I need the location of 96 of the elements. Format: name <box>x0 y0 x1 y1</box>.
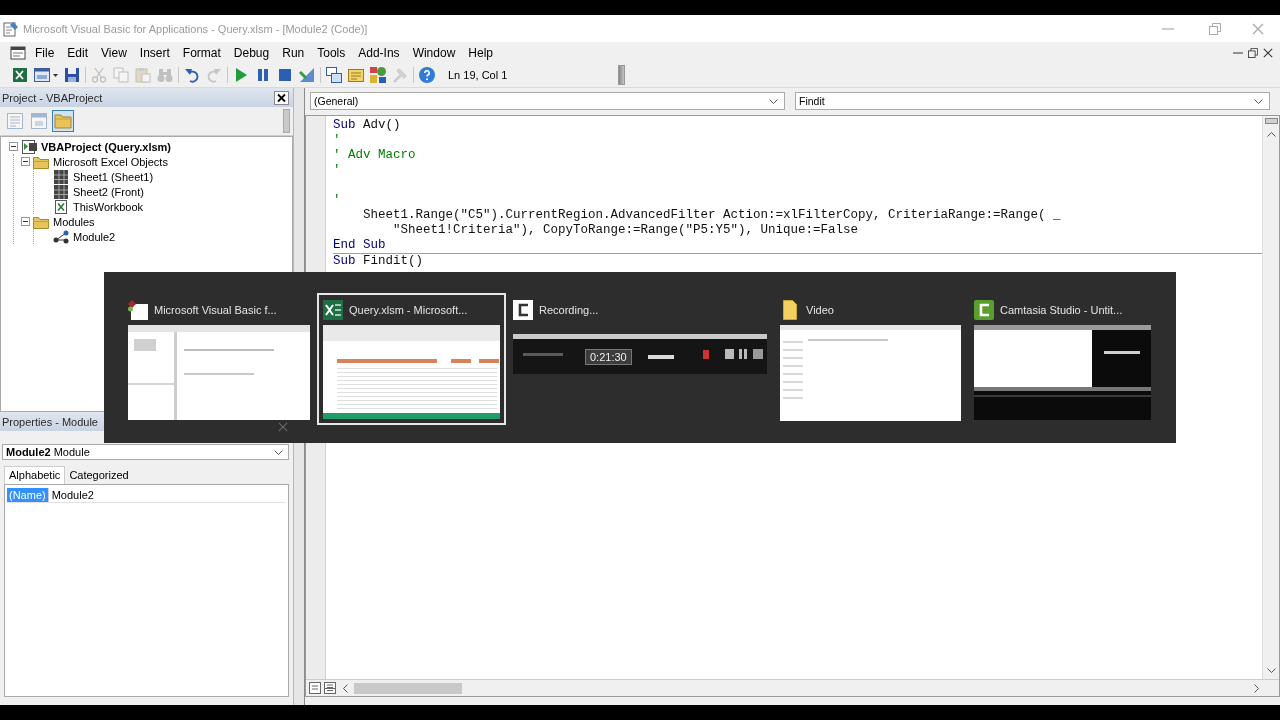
caret-icon <box>1254 98 1263 104</box>
caret-icon <box>769 98 778 104</box>
form-window-icon[interactable] <box>34 67 50 83</box>
window-tile[interactable]: Query.xlsm - Microsoft... <box>317 293 506 425</box>
window-title: Video <box>806 304 834 316</box>
menu-item[interactable]: Debug <box>226 44 276 61</box>
close-icon[interactable] <box>1263 47 1273 58</box>
menu-item[interactable]: Help <box>461 44 499 61</box>
code-line: ' <box>333 133 341 148</box>
tree-item[interactable]: Microsoft Excel Objects <box>53 155 168 168</box>
toolbar-grip[interactable] <box>618 65 625 85</box>
tree-item[interactable]: VBAProject (Query.xlsm) <box>41 140 171 153</box>
property-sheet-icon[interactable] <box>348 67 364 83</box>
collapse-icon[interactable] <box>21 217 30 226</box>
c-logo-icon <box>974 300 994 320</box>
code-line: "Sheet1!Criteria"), CopyToRange:=Range("P5:Y5"), Unique:=False <box>392 223 859 238</box>
workbook-icon <box>53 199 69 214</box>
scrollbar-thumb[interactable] <box>283 109 290 133</box>
tab[interactable]: Categorized <box>65 467 133 484</box>
save-icon[interactable] <box>64 67 80 83</box>
tree-item[interactable]: Sheet2 (Front) <box>73 185 144 198</box>
procedure-dropdown[interactable]: Findit <box>795 92 1270 110</box>
code-line: End Sub <box>333 238 386 253</box>
menu-item[interactable]: Add-Ins <box>351 44 406 61</box>
help-icon[interactable] <box>419 67 435 83</box>
menu-item[interactable]: Edit <box>60 44 95 61</box>
window-title: Camtasia Studio - Untit... <box>1000 304 1123 316</box>
cursor-position: Ln 19, Col 1 <box>448 69 509 81</box>
timer-text: 0:21:30 <box>585 348 632 365</box>
module-view-icon[interactable] <box>324 682 336 694</box>
sheet-grid-icon <box>53 169 69 184</box>
window-title: Recording... <box>539 304 599 316</box>
tree-item[interactable]: Modules <box>53 215 95 228</box>
window-tile[interactable]: Recording... 0:21:30 <box>507 293 773 380</box>
play-icon[interactable] <box>233 67 249 83</box>
scroll-up-icon[interactable] <box>1266 132 1276 137</box>
panel-title: Project - VBAProject <box>2 91 103 104</box>
menu-item[interactable]: Run <box>275 44 311 61</box>
window-title: Microsoft Visual Basic f... <box>154 304 277 316</box>
menu-item[interactable]: Insert <box>132 44 176 61</box>
object-dropdown[interactable]: (General) <box>310 92 785 110</box>
code-line: ' <box>333 163 341 178</box>
tree-item[interactable]: Sheet1 (Sheet1) <box>73 170 154 183</box>
pause-icon[interactable] <box>255 67 271 83</box>
window-title: Query.xlsm - Microsoft... <box>349 304 468 316</box>
code-line: Sheet1.Range("C5").CurrentRegion.AdvancedFilter Action:=xlFilterCopy, CriteriaRange:=Range( _ <box>362 208 1061 223</box>
caret-icon <box>274 449 283 455</box>
tree-item[interactable]: Module2 <box>73 230 116 243</box>
menu-item[interactable]: Tools <box>310 44 352 61</box>
window-menu-icon[interactable] <box>10 44 26 61</box>
folder-icon <box>33 214 49 229</box>
procedure-view-icon[interactable] <box>309 682 321 694</box>
window-tile[interactable]: Microsoft Visual Basic f... <box>122 293 316 426</box>
nodes-icon <box>53 229 69 244</box>
application-icon <box>128 300 148 320</box>
folder-icon <box>33 154 49 169</box>
tab[interactable]: Alphabetic <box>4 466 66 484</box>
caret-icon[interactable] <box>53 73 58 77</box>
scroll-left-icon[interactable] <box>343 683 348 693</box>
sheet-grid-icon <box>53 184 69 199</box>
close-icon[interactable] <box>274 90 289 105</box>
object-dropdown[interactable]: Module2 Module <box>2 444 289 460</box>
menu-item[interactable]: View <box>94 44 133 61</box>
scrollbar-thumb[interactable] <box>354 682 462 694</box>
panel-title: Properties - Module <box>2 415 98 428</box>
folder-icon[interactable] <box>52 110 74 132</box>
document-icon <box>21 139 37 154</box>
code-line: Sub Adv() <box>333 118 401 133</box>
scroll-right-icon[interactable] <box>1254 683 1259 693</box>
menu-item[interactable]: Format <box>175 44 227 61</box>
window-tile[interactable]: Camtasia Studio - Untit... <box>968 293 1157 426</box>
folder-icon <box>780 300 800 320</box>
c-logo-icon <box>513 300 533 320</box>
code-line: Sub Findit() <box>333 254 424 269</box>
code-line: ' Adv Macro <box>333 148 416 163</box>
restore-icon[interactable] <box>1248 47 1258 58</box>
collapse-icon[interactable] <box>9 142 18 151</box>
tree-item[interactable]: ThisWorkbook <box>73 200 144 213</box>
split-handle[interactable] <box>1264 118 1278 124</box>
stop-icon[interactable] <box>277 67 293 83</box>
spreadsheet-icon <box>323 300 343 320</box>
app-icon[interactable] <box>3 20 19 37</box>
scroll-down-icon[interactable] <box>1266 668 1276 673</box>
stacked-windows-icon[interactable] <box>326 67 342 83</box>
collapse-icon[interactable] <box>21 157 30 166</box>
shapes-icon[interactable] <box>370 67 386 83</box>
code-line: ' <box>333 193 341 208</box>
window-tile[interactable]: Video <box>774 293 967 427</box>
spreadsheet-icon[interactable] <box>12 67 28 83</box>
vertical-scrollbar[interactable] <box>1262 116 1279 679</box>
menu-item[interactable]: File <box>28 44 61 61</box>
undo-icon[interactable] <box>184 67 200 83</box>
property-value[interactable]: Module2 <box>48 488 94 501</box>
minimize-icon[interactable] <box>1233 51 1243 54</box>
menu-item[interactable]: Window <box>405 44 462 61</box>
window-title: Microsoft Visual Basic for Applications - Query.xlsm - [Module2 (Code)] <box>23 22 368 35</box>
